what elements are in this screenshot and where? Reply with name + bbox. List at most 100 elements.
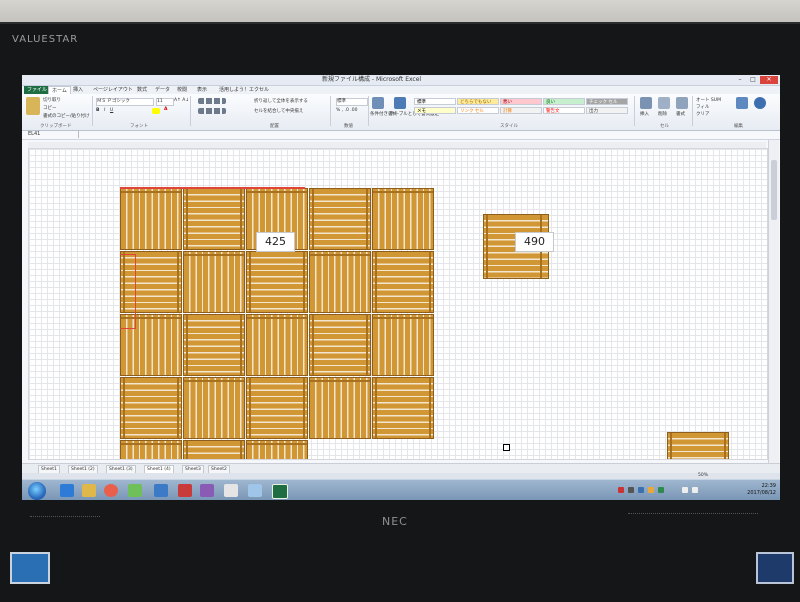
cell-style-4[interactable]: 良い xyxy=(543,98,585,105)
pallet-crate[interactable] xyxy=(372,251,434,313)
find-select-icon[interactable] xyxy=(754,97,766,109)
sort-filter-icon[interactable] xyxy=(736,97,748,109)
taskbar-clock[interactable]: 22:39 2017/08/12 xyxy=(740,483,776,497)
cell-style-3[interactable]: 悪い xyxy=(500,98,542,105)
merge-center-button[interactable]: セルを結合して中央揃え xyxy=(254,108,303,114)
align-icons[interactable] xyxy=(198,98,226,104)
cell-style-1[interactable]: 標準 xyxy=(414,98,456,105)
cell-grid[interactable]: 425 490 xyxy=(28,148,768,460)
tab-insert[interactable]: 挿入 xyxy=(70,86,86,94)
bold-icon[interactable]: B xyxy=(96,108,99,113)
pallet-crate[interactable] xyxy=(372,377,434,439)
app-icon[interactable] xyxy=(154,484,168,497)
pallet-crate[interactable] xyxy=(120,440,182,459)
fill-color-icon[interactable] xyxy=(152,108,160,114)
indent-icons[interactable] xyxy=(198,108,226,114)
italic-icon[interactable]: I xyxy=(104,108,105,113)
cell-style-9[interactable]: 警告文 xyxy=(543,107,585,114)
number-format-icons[interactable]: % , .0 .00 xyxy=(336,108,357,113)
pallet-crate[interactable] xyxy=(183,377,245,439)
network-icon[interactable] xyxy=(682,487,688,493)
format-as-table-icon[interactable] xyxy=(394,97,406,109)
tray-icon[interactable] xyxy=(628,487,634,493)
number-format-select[interactable]: 標準 xyxy=(336,98,368,106)
pallet-crate[interactable] xyxy=(246,377,308,439)
cut-button[interactable]: 切り取り xyxy=(43,97,61,103)
media-icon[interactable] xyxy=(104,484,118,497)
tab-page-layout[interactable]: ページレイアウト xyxy=(90,86,136,94)
pallet-crate[interactable] xyxy=(372,188,434,250)
clear-button[interactable]: クリア xyxy=(696,111,710,117)
delete-cells-icon[interactable] xyxy=(658,97,670,109)
tray-icon[interactable] xyxy=(658,487,664,493)
paste-icon[interactable] xyxy=(26,97,40,115)
dimension-label[interactable]: 425 xyxy=(256,232,295,252)
excel-icon[interactable] xyxy=(272,484,288,499)
tab-review[interactable]: 校閲 xyxy=(174,86,190,94)
fill-button[interactable]: フィル xyxy=(696,104,709,110)
format-cells-icon[interactable] xyxy=(676,97,688,109)
conditional-format-icon[interactable] xyxy=(372,97,384,109)
pallet-crate[interactable] xyxy=(309,377,371,439)
format-cells-button[interactable]: 書式 xyxy=(676,111,685,117)
app-icon[interactable] xyxy=(248,484,262,497)
format-painter-button[interactable]: 書式のコピー/貼り付け xyxy=(43,113,90,119)
tray-icon[interactable] xyxy=(648,487,654,493)
font-color-icon[interactable]: A xyxy=(164,107,167,112)
close-button[interactable]: ✕ xyxy=(760,76,778,84)
tab-data[interactable]: データ xyxy=(152,86,173,94)
font-size-select[interactable]: 11 xyxy=(156,98,174,106)
vertical-scrollbar[interactable] xyxy=(768,140,779,463)
pallet-crate[interactable] xyxy=(309,251,371,313)
pallet-crate[interactable] xyxy=(183,251,245,313)
insert-cells-button[interactable]: 挿入 xyxy=(640,111,649,117)
pallet-crate[interactable] xyxy=(246,251,308,313)
pallet-crate[interactable] xyxy=(309,188,371,250)
underline-icon[interactable]: U xyxy=(110,108,113,113)
cell-style-7[interactable]: リンク セル xyxy=(457,107,499,114)
volume-icon[interactable] xyxy=(692,487,698,493)
ie-icon[interactable] xyxy=(60,484,74,497)
pallet-crate[interactable] xyxy=(667,432,729,459)
insert-cells-icon[interactable] xyxy=(640,97,652,109)
font-name-select[interactable]: ＭＳ Ｐゴシック xyxy=(96,98,154,106)
dimension-label[interactable]: 490 xyxy=(515,232,554,252)
explorer-icon[interactable] xyxy=(82,484,96,497)
cell-style-2[interactable]: どちらでもない xyxy=(457,98,499,105)
tab-home[interactable]: ホーム xyxy=(48,86,71,94)
pallet-crate[interactable] xyxy=(120,377,182,439)
delete-cells-button[interactable]: 削除 xyxy=(658,111,667,117)
pallet-crate[interactable] xyxy=(183,440,245,459)
pallet-crate[interactable] xyxy=(372,314,434,376)
app-icon[interactable] xyxy=(178,484,192,497)
pallet-crate[interactable] xyxy=(183,188,245,250)
wrap-text-button[interactable]: 折り返して全体を表示する xyxy=(254,98,308,104)
copy-button[interactable]: コピー xyxy=(43,105,57,111)
selection-outline[interactable] xyxy=(120,254,136,329)
pallet-crate[interactable] xyxy=(246,314,308,376)
app-icon[interactable] xyxy=(224,484,238,497)
app-icon[interactable] xyxy=(128,484,142,497)
cell-style-6[interactable]: メモ xyxy=(414,107,456,114)
tab-file[interactable]: ファイル xyxy=(24,86,51,94)
tab-addin[interactable]: 活用しよう！エクセル xyxy=(216,86,272,94)
start-button-icon[interactable] xyxy=(28,482,46,500)
pallet-crate[interactable] xyxy=(246,440,308,459)
pallet-crate[interactable] xyxy=(183,314,245,376)
font-grow-icon[interactable]: A↑ A↓ xyxy=(174,98,189,103)
tab-view[interactable]: 表示 xyxy=(194,86,210,94)
tray-icon[interactable] xyxy=(638,487,644,493)
scroll-thumb[interactable] xyxy=(771,160,777,220)
maximize-button[interactable]: □ xyxy=(747,76,759,84)
tab-formulas[interactable]: 数式 xyxy=(134,86,150,94)
name-box[interactable]: EL41 xyxy=(28,131,79,138)
cell-style-8[interactable]: 計算 xyxy=(500,107,542,114)
cursor-marker[interactable] xyxy=(503,444,510,451)
cell-style-5[interactable]: チェック セル xyxy=(586,98,628,105)
pallet-crate[interactable] xyxy=(120,188,182,250)
tray-icon[interactable] xyxy=(618,487,624,493)
minimize-button[interactable]: – xyxy=(734,76,746,84)
cell-style-10[interactable]: 出力 xyxy=(586,107,628,114)
autosum-button[interactable]: オート SUM xyxy=(696,97,721,103)
pallet-crate[interactable] xyxy=(309,314,371,376)
